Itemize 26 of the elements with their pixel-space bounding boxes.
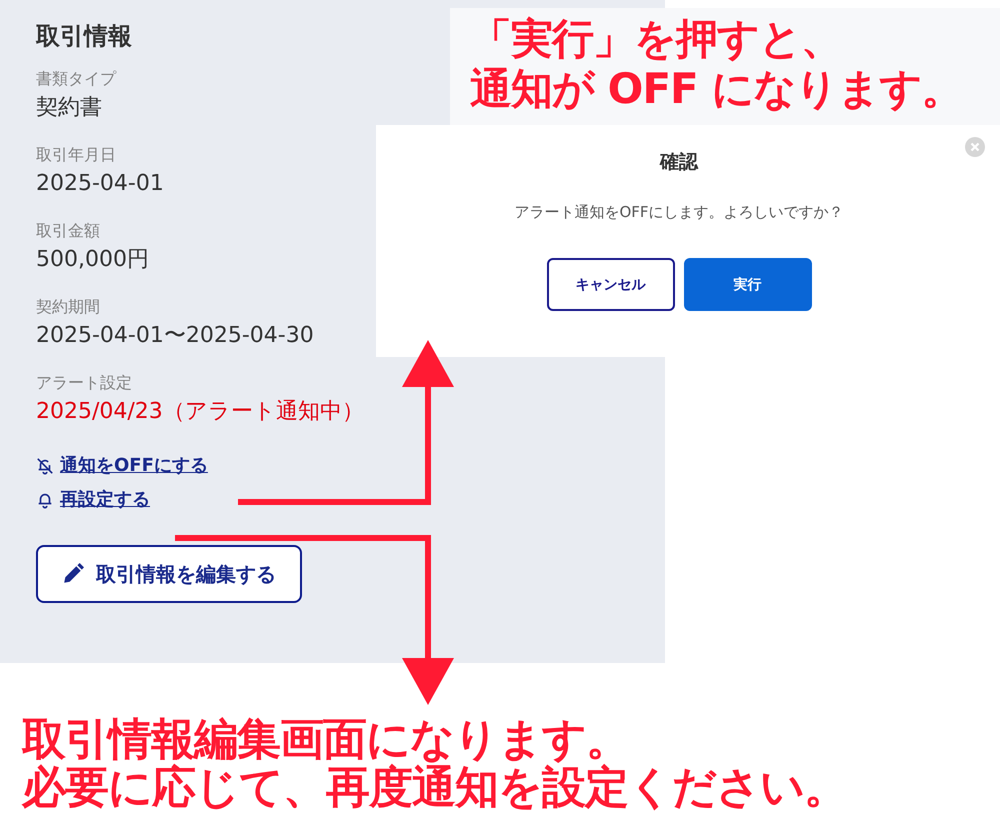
field-label: 書類タイプ [36, 68, 116, 90]
edit-button[interactable]: 取引情報を編集する [36, 545, 302, 603]
execute-button[interactable]: 実行 [684, 258, 812, 311]
callout-text: 「実行」を押すと、 [470, 14, 843, 64]
close-icon[interactable] [965, 137, 985, 157]
field-label: アラート設定 [36, 372, 133, 394]
cancel-button[interactable]: キャンセル [546, 258, 674, 311]
field-label: 契約期間 [36, 296, 101, 318]
bell-icon [36, 491, 54, 509]
field-value: 2025/04/23（アラート通知中） [36, 398, 364, 426]
field-value: 2025-04-01〜2025-04-30 [36, 322, 314, 350]
pencil-icon [62, 563, 84, 585]
field-label: 取引金額 [36, 220, 101, 242]
field-value: 500,000円 [36, 246, 149, 274]
dialog-title: 確認 [660, 150, 698, 175]
bell-off-icon [36, 457, 54, 475]
panel-title: 取引情報 [36, 21, 132, 52]
field-label: 取引年月日 [36, 144, 117, 166]
dialog-message: アラート通知をOFFにします。よろしいですか？ [514, 203, 844, 222]
callout-text: 通知が OFF になります。 [470, 64, 964, 114]
text-link[interactable]: 通知をOFFにする [60, 453, 208, 479]
callout-text: 必要に応じて、再度通知を設定ください。 [22, 764, 847, 812]
field-value: 契約書 [36, 94, 103, 122]
text-link[interactable]: 再設定する [60, 487, 150, 513]
field-value: 2025-04-01 [36, 170, 164, 198]
callout-text: 取引情報編集画面になります。 [22, 716, 630, 764]
